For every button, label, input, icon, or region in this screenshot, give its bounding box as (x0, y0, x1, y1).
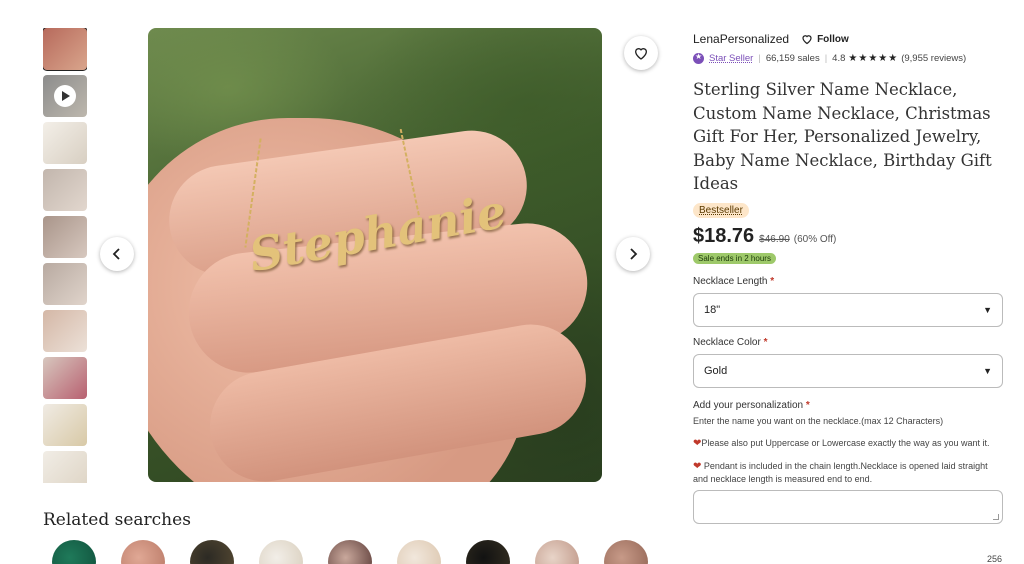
thumbnail-image[interactable] (43, 122, 87, 164)
sale-price: $18.76 (693, 224, 755, 247)
thumbnail-preview (43, 169, 87, 211)
listing-details: LenaPersonalized Follow Star Seller | 66… (693, 28, 1005, 524)
personalization-textarea[interactable] (693, 489, 1003, 524)
star-seller-link[interactable]: Star Seller (709, 53, 753, 64)
related-search-item[interactable] (259, 540, 303, 564)
follow-label: Follow (817, 33, 849, 45)
caret-down-icon: ▼ (983, 304, 992, 315)
thumbnail-image[interactable] (43, 310, 87, 352)
related-search-item[interactable] (121, 540, 165, 564)
chevron-left-icon (112, 248, 120, 260)
personalization-label: Add your personalization * (693, 399, 810, 411)
required-mark: * (805, 399, 810, 411)
personalization-instructions: Enter the name you want on the necklace.… (693, 415, 944, 426)
play-icon (54, 85, 76, 107)
rating-stars-icon: ★★★★★ (848, 53, 899, 64)
star-seller-icon (693, 52, 704, 64)
reviews-link[interactable]: (9,955 reviews) (901, 53, 966, 64)
thumbnail-image[interactable] (43, 451, 87, 483)
follow-button[interactable]: Follow (801, 33, 849, 45)
thumbnail-image[interactable] (43, 357, 87, 399)
shop-meta: Star Seller | 66,159 sales | 4.8 ★★★★★ (… (693, 52, 1005, 64)
discount-percent: (60% Off) (793, 233, 837, 245)
thumbnail-preview (43, 357, 87, 399)
chevron-right-icon (630, 248, 638, 260)
related-search-item[interactable] (328, 540, 372, 564)
sale-ends-badge: Sale ends in 2 hours (693, 252, 776, 264)
necklace-length-label: Necklace Length * (693, 275, 775, 287)
shop-name-link[interactable]: LenaPersonalized (693, 32, 789, 46)
related-search-item[interactable] (397, 540, 441, 564)
necklace-color-select[interactable]: Gold ▼ (693, 353, 1003, 388)
heart-icon (634, 48, 648, 60)
resize-handle-icon[interactable] (993, 513, 999, 520)
select-value: Gold (704, 364, 728, 377)
thumbnail-preview (43, 310, 87, 352)
sales-count: 66,159 sales (765, 53, 820, 64)
thumbnail-video[interactable] (43, 75, 87, 117)
thumbnail-image[interactable] (43, 28, 87, 71)
thumbnail-preview (43, 263, 87, 305)
character-counter: 256 (986, 554, 1002, 564)
related-search-item[interactable] (466, 540, 510, 564)
prev-image-button[interactable] (100, 237, 134, 271)
thumbnail-image[interactable] (43, 216, 87, 258)
shop-row: LenaPersonalized Follow (693, 28, 1005, 50)
related-search-item[interactable] (604, 540, 648, 564)
thumbnail-preview (43, 451, 87, 483)
related-searches-title: Related searches (43, 510, 191, 530)
thumbnail-preview (43, 122, 87, 164)
necklace-color-label: Necklace Color * (693, 336, 768, 348)
bestseller-badge[interactable]: Bestseller (693, 202, 749, 218)
select-value: 18" (704, 303, 721, 316)
related-search-item[interactable] (190, 540, 234, 564)
heart-icon (802, 35, 812, 45)
related-search-item[interactable] (535, 540, 579, 564)
next-image-button[interactable] (616, 237, 650, 271)
red-heart-icon: ❤ (693, 460, 702, 472)
caret-down-icon: ▼ (983, 365, 992, 376)
thumbnail-image[interactable] (43, 169, 87, 211)
thumbnail-preview (43, 404, 87, 446)
related-search-item[interactable] (52, 540, 96, 564)
price-row: $18.76 $46.90 (60% Off) (693, 225, 1005, 248)
thumbnail-strip (43, 28, 87, 483)
listing-title: Sterling Silver Name Necklace, Custom Na… (693, 80, 992, 193)
divider: | (758, 53, 761, 64)
original-price: $46.90 (759, 233, 790, 245)
required-mark: * (763, 336, 768, 348)
favorite-button[interactable] (624, 36, 658, 70)
related-searches-list (52, 540, 648, 564)
rating-value: 4.8 (832, 53, 846, 64)
thumbnail-image[interactable] (43, 404, 87, 446)
personalization-instructions: ❤ Pendant is included in the chain lengt… (693, 460, 988, 484)
required-mark: * (770, 275, 775, 287)
main-product-image: Stephanie (148, 28, 602, 482)
divider: | (824, 53, 828, 64)
thumbnail-preview (43, 28, 87, 70)
thumbnail-image[interactable] (43, 263, 87, 305)
personalization-instructions: ❤Please also put Uppercase or Lowercase … (693, 437, 990, 449)
necklace-length-select[interactable]: 18" ▼ (693, 292, 1003, 327)
thumbnail-preview (43, 216, 87, 258)
